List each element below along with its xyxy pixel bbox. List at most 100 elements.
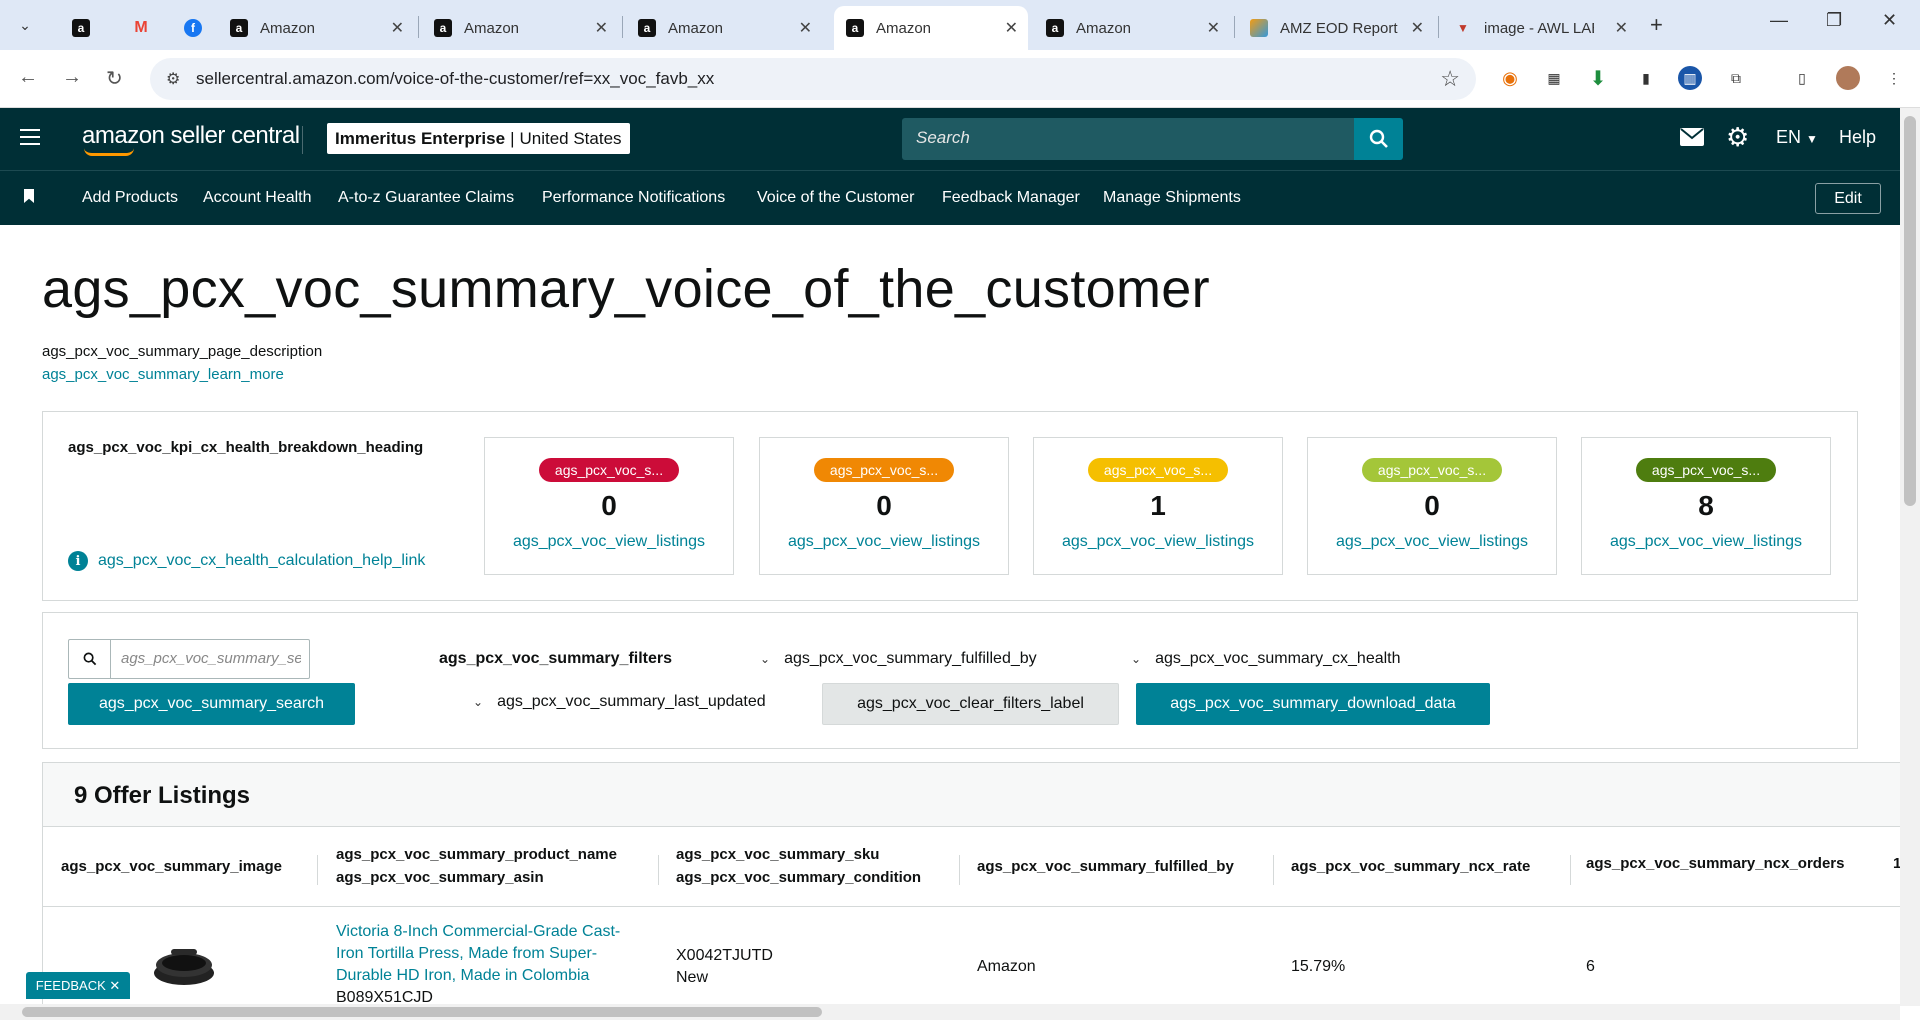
account-name: Immeritus Enterprise — [335, 128, 506, 148]
back-icon[interactable]: ← — [18, 66, 38, 89]
vertical-scrollbar[interactable] — [1900, 108, 1920, 1006]
edit-nav-button[interactable]: Edit — [1815, 183, 1881, 214]
amazon-icon: a — [230, 19, 248, 37]
extension-firefox-icon[interactable]: ◉ — [1498, 66, 1522, 90]
amazon-icon: a — [846, 19, 864, 37]
site-settings-icon[interactable]: ⚙ — [166, 69, 180, 89]
download-data-button[interactable]: ags_pcx_voc_summary_download_data — [1136, 683, 1490, 725]
nav-voice-of-the-customer[interactable]: Voice of the Customer — [757, 189, 914, 207]
tab-search-button[interactable]: ⌄ — [8, 9, 42, 41]
pinned-tab-gmail[interactable]: M — [120, 6, 164, 50]
status-badge: ags_pcx_voc_s... — [1636, 458, 1776, 482]
analytics-extension-icon[interactable]: ▥ — [1678, 66, 1702, 90]
amazon-smile-icon — [84, 148, 134, 156]
tab-amazon-3[interactable]: a Amazon ✕ — [626, 6, 822, 50]
seller-central-logo[interactable]: amazon seller central — [82, 122, 300, 156]
nav-account-health[interactable]: Account Health — [203, 189, 312, 207]
account-switcher[interactable]: Immeritus Enterprise | United States — [327, 123, 630, 154]
close-icon[interactable]: ✕ — [1411, 18, 1424, 38]
new-tab-icon[interactable]: + — [1650, 12, 1663, 38]
search-button[interactable]: ags_pcx_voc_summary_search — [68, 683, 355, 725]
tab-title: Amazon — [668, 19, 724, 37]
header-search-input[interactable] — [916, 128, 1316, 148]
view-listings-link[interactable]: ags_pcx_voc_view_listings — [760, 533, 1008, 551]
info-icon: i — [68, 551, 88, 571]
filters-label: ags_pcx_voc_summary_filters — [439, 650, 673, 667]
language-selector[interactable]: EN ▼ — [1776, 127, 1818, 148]
tab-awl-lab[interactable]: ▼ image - AWL LAB ✕ — [1442, 6, 1638, 50]
bookmark-star-icon[interactable]: ☆ — [1440, 66, 1460, 92]
nav-atoz-claims[interactable]: A-to-z Guarantee Claims — [338, 189, 514, 207]
close-icon[interactable]: ✕ — [109, 978, 120, 994]
column-header-image[interactable]: ags_pcx_voc_summary_image — [61, 855, 282, 878]
cx-health-help-link[interactable]: i ags_pcx_voc_cx_health_calculation_help… — [68, 551, 425, 571]
column-header-fulfilled-by[interactable]: ags_pcx_voc_summary_fulfilled_by — [977, 855, 1234, 878]
close-icon[interactable]: ✕ — [1207, 18, 1220, 38]
header-search-button[interactable] — [1354, 118, 1403, 160]
status-badge: ags_pcx_voc_s... — [1088, 458, 1228, 482]
url-text[interactable]: sellercentral.amazon.com/voice-of-the-cu… — [196, 69, 714, 89]
extensions-puzzle-icon[interactable]: ⧉ — [1724, 66, 1748, 90]
library-icon[interactable]: ▮ — [1634, 66, 1658, 90]
pinned-tab-facebook[interactable]: f — [172, 6, 216, 50]
help-link[interactable]: Help — [1839, 127, 1876, 148]
horizontal-scrollbar[interactable] — [0, 1004, 1900, 1020]
nav-manage-shipments[interactable]: Manage Shipments — [1103, 189, 1241, 207]
listing-search — [68, 639, 310, 679]
qr-code-icon[interactable]: ▦ — [1542, 66, 1566, 90]
download-icon[interactable]: ⬇ — [1586, 66, 1610, 90]
close-icon[interactable]: ✕ — [595, 18, 608, 38]
facebook-icon: f — [184, 19, 202, 37]
close-icon[interactable]: ✕ — [799, 18, 812, 38]
browser-menu-icon[interactable]: ⋮ — [1882, 66, 1906, 90]
close-icon[interactable]: ✕ — [1005, 18, 1018, 38]
nav-feedback-manager[interactable]: Feedback Manager — [942, 189, 1080, 207]
mail-icon[interactable] — [1680, 126, 1704, 152]
view-listings-link[interactable]: ags_pcx_voc_view_listings — [1582, 533, 1830, 551]
tab-amazon-2[interactable]: a Amazon ✕ — [422, 6, 618, 50]
reload-icon[interactable]: ↻ — [106, 66, 123, 91]
address-bar[interactable]: ⚙ sellercentral.amazon.com/voice-of-the-… — [150, 58, 1476, 100]
pinned-tab-amazon[interactable]: a — [60, 6, 104, 50]
tab-amazon-active[interactable]: a Amazon ✕ — [834, 6, 1028, 50]
minimize-icon[interactable]: — — [1770, 10, 1788, 31]
column-header-sku[interactable]: ags_pcx_voc_summary_sku ags_pcx_voc_summ… — [676, 843, 921, 889]
fulfilled-by-dropdown[interactable]: ⌄ ags_pcx_voc_summary_fulfilled_by — [760, 650, 1037, 668]
status-badge: ags_pcx_voc_s... — [539, 458, 679, 482]
nav-performance-notifications[interactable]: Performance Notifications — [542, 189, 725, 207]
close-icon[interactable]: ✕ — [1615, 18, 1628, 38]
view-listings-link[interactable]: ags_pcx_voc_view_listings — [1034, 533, 1282, 551]
profile-avatar[interactable] — [1836, 66, 1860, 90]
view-listings-link[interactable]: ags_pcx_voc_view_listings — [485, 533, 733, 551]
cx-health-kpi-panel: ags_pcx_voc_kpi_cx_health_breakdown_head… — [42, 411, 1858, 601]
close-icon[interactable]: ✕ — [391, 18, 404, 38]
view-listings-link[interactable]: ags_pcx_voc_view_listings — [1308, 533, 1556, 551]
tab-eod-report[interactable]: AMZ EOD Report ✕ — [1238, 6, 1434, 50]
column-header-asin: ags_pcx_voc_summary_asin — [336, 869, 544, 886]
tab-amazon-5[interactable]: a Amazon ✕ — [1034, 6, 1230, 50]
last-updated-dropdown[interactable]: ⌄ ags_pcx_voc_summary_last_updated — [473, 693, 766, 711]
seller-central-header: amazon seller central Immeritus Enterpri… — [0, 108, 1900, 170]
window-close-icon[interactable]: ✕ — [1882, 10, 1897, 31]
dropdown-label: ags_pcx_voc_summary_cx_health — [1155, 650, 1401, 667]
clear-filters-button[interactable]: ags_pcx_voc_clear_filters_label — [822, 683, 1119, 725]
product-name-link[interactable]: Victoria 8-Inch Commercial-Grade Cast-Ir… — [336, 921, 636, 987]
cx-health-dropdown[interactable]: ⌄ ags_pcx_voc_summary_cx_health — [1131, 650, 1401, 668]
column-header-ncx-orders[interactable]: ags_pcx_voc_summary_ncx_orders — [1586, 852, 1845, 875]
listing-search-input[interactable] — [121, 650, 301, 667]
column-header-ncx-rate[interactable]: ags_pcx_voc_summary_ncx_rate — [1291, 855, 1530, 878]
settings-gear-icon[interactable]: ⚙ — [1726, 122, 1749, 153]
learn-more-link[interactable]: ags_pcx_voc_summary_learn_more — [42, 366, 284, 383]
forward-icon[interactable]: → — [62, 66, 82, 89]
restore-icon[interactable]: ❐ — [1826, 10, 1842, 31]
bookmark-icon[interactable] — [24, 189, 34, 203]
feedback-button[interactable]: FEEDBACK ✕ — [26, 972, 130, 999]
tab-title: AMZ EOD Report — [1280, 19, 1398, 37]
nav-add-products[interactable]: Add Products — [82, 189, 178, 207]
column-header-product[interactable]: ags_pcx_voc_summary_product_name ags_pcx… — [336, 843, 617, 889]
menu-icon[interactable] — [20, 129, 40, 145]
page-description: ags_pcx_voc_summary_page_description — [42, 343, 323, 360]
tab-amazon-1[interactable]: a Amazon ✕ — [218, 6, 414, 50]
side-panel-icon[interactable]: ▯ — [1790, 66, 1814, 90]
header-search — [902, 118, 1354, 160]
